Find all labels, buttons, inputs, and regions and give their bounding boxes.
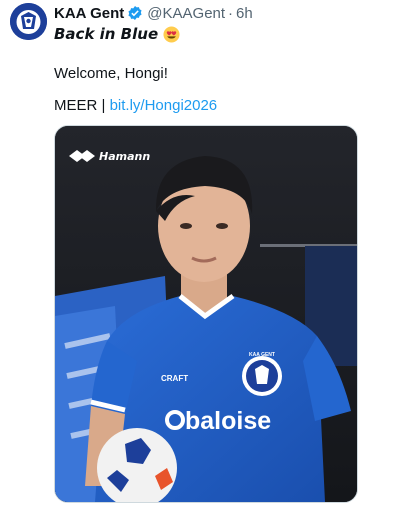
avatar[interactable]	[10, 3, 47, 40]
author-handle[interactable]: @KAAGent	[147, 5, 225, 22]
shirt-sponsor-logo: baloise	[185, 407, 271, 435]
kaa-gent-logo-icon	[10, 3, 47, 40]
tweet-line-3: MEER | bit.ly/Hongi2026	[54, 96, 217, 116]
tweet-link[interactable]: bit.ly/Hongi2026	[110, 97, 218, 114]
heart-eyes-emoji-icon	[163, 25, 180, 43]
tweet-line-1: Back in Blue	[54, 24, 180, 44]
player-photo: Hamann CRAFT baloise KAA GENT	[55, 126, 357, 502]
tweet-headline: Back in Blue	[54, 25, 159, 43]
separator-dot: ·	[228, 4, 234, 22]
shirt-brand-logo: CRAFT	[161, 374, 188, 383]
timestamp[interactable]: 6h	[236, 5, 253, 22]
sponsor-logo: Hamann	[99, 150, 150, 163]
crest-text: KAA GENT	[249, 352, 275, 358]
author-name[interactable]: KAA Gent	[54, 5, 124, 22]
tweet-photo[interactable]: Hamann CRAFT baloise KAA GENT	[54, 125, 358, 503]
tweet-line-2: Welcome, Hongi!	[54, 65, 168, 82]
verified-badge-icon	[128, 6, 142, 20]
more-label: MEER |	[54, 97, 110, 114]
tweet-header: KAA Gent @KAAGent · 6h	[54, 3, 253, 23]
